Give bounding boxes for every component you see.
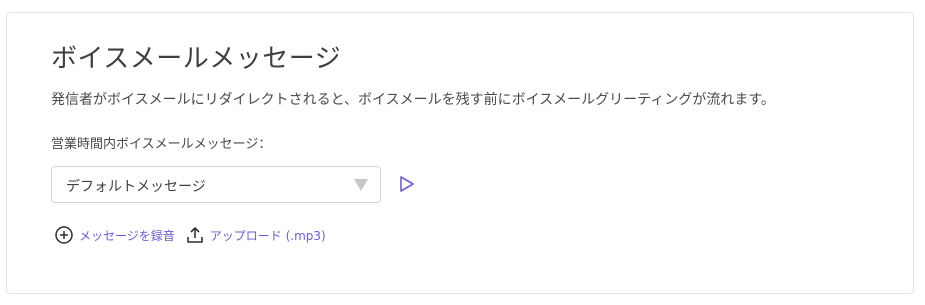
record-message-label: メッセージを録音	[79, 228, 175, 243]
business-hours-message-label: 営業時間内ボイスメールメッセージ：	[51, 137, 272, 152]
message-actions: メッセージを録音 アップロード (.mp3)	[54, 223, 326, 247]
selected-message-value: デフォルトメッセージ	[66, 179, 206, 195]
voicemail-message-select[interactable]: デフォルトメッセージ	[51, 166, 381, 203]
voicemail-settings-card: ボイスメールメッセージ 発信者がボイスメールにリダイレクトされると、ボイスメール…	[6, 12, 914, 294]
play-icon	[400, 176, 414, 192]
plus-circle-icon	[55, 226, 73, 244]
voicemail-description: 発信者がボイスメールにリダイレクトされると、ボイスメールを残す前にボイスメールグ…	[51, 92, 775, 108]
page-title: ボイスメールメッセージ	[51, 44, 342, 74]
record-message-button[interactable]: メッセージを録音	[54, 225, 175, 245]
caret-down-icon	[354, 179, 368, 191]
upload-mp3-label: アップロード (.mp3)	[209, 228, 326, 243]
play-message-button[interactable]	[397, 174, 417, 194]
upload-icon	[186, 227, 203, 243]
upload-mp3-button[interactable]: アップロード (.mp3)	[185, 225, 326, 245]
